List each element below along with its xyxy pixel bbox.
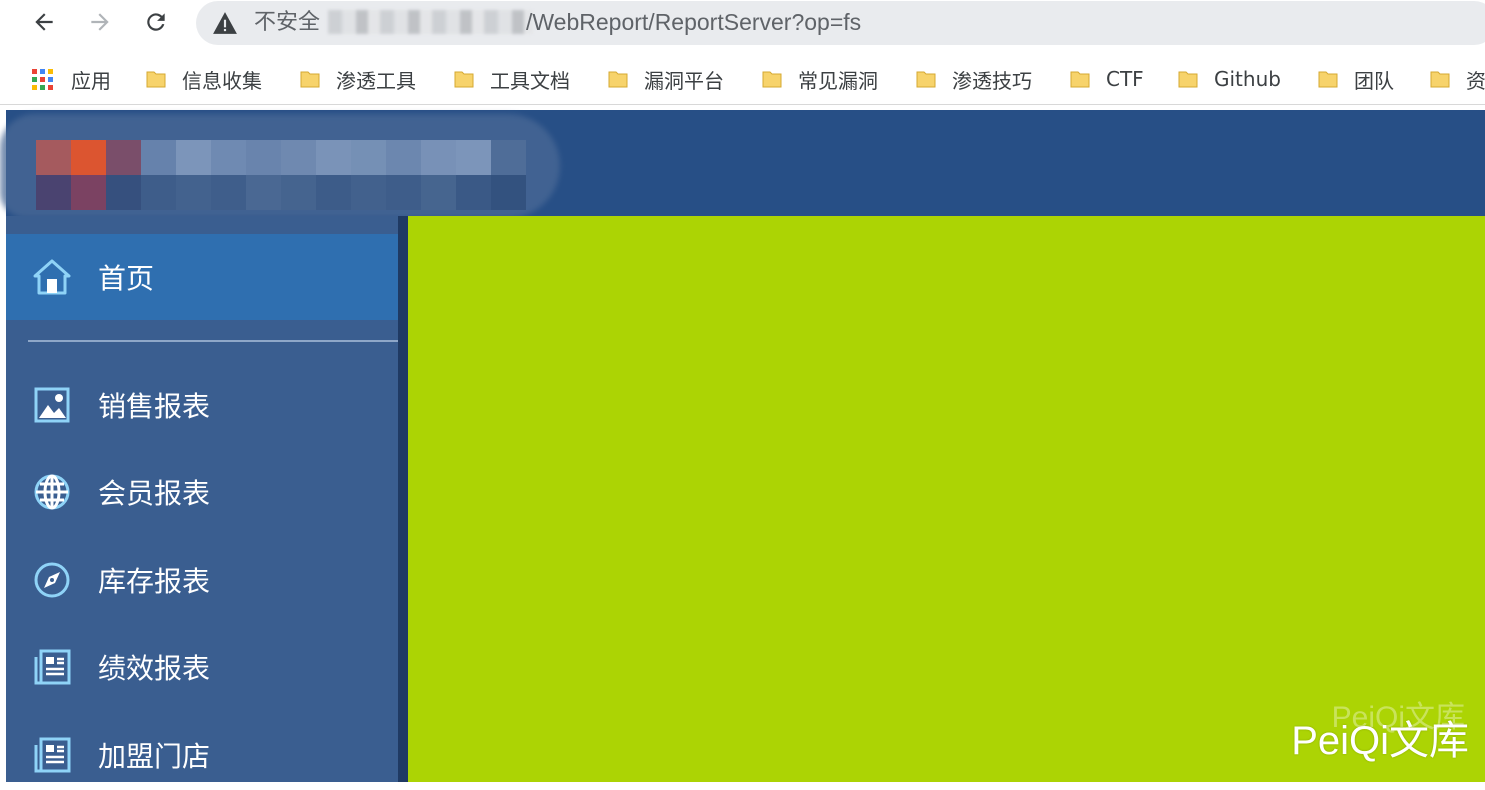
folder-icon (1318, 71, 1338, 88)
bookmark-label: 渗透工具 (336, 68, 416, 93)
redacted-logo (36, 140, 526, 210)
folder-icon (1430, 71, 1450, 88)
sidebar-item-member-report[interactable]: 会员报表 (6, 457, 398, 527)
folder-icon (1178, 71, 1198, 88)
document-icon (34, 649, 71, 685)
sidebar-item-performance-report[interactable]: 绩效报表 (6, 632, 398, 702)
warning-icon (213, 12, 237, 34)
image-report-icon (34, 387, 70, 423)
bookmark-vuln-platforms[interactable]: 漏洞平台 (608, 66, 724, 93)
folder-icon (762, 71, 782, 88)
sidebar-item-home[interactable]: 首页 (6, 234, 398, 320)
document-icon (34, 737, 71, 773)
sidebar-item-label: 库存报表 (98, 565, 211, 598)
bookmarks-bar: 应用 信息收集 渗透工具 工具文档 漏洞平台 常见漏洞 渗透技巧 CTF Git… (0, 54, 1485, 105)
browser-toolbar: 不安全 /WebReport/ReportServer?op=fs (0, 0, 1485, 48)
bookmark-ctf[interactable]: CTF (1070, 66, 1144, 92)
bookmark-label: 渗透技巧 (952, 68, 1032, 93)
address-bar[interactable]: 不安全 /WebReport/ReportServer?op=fs (196, 1, 1485, 45)
sidebar: 首页 销售报表 会员报表 库存报表 绩效报表 加盟门店 (6, 216, 406, 782)
bookmark-team[interactable]: 团队 (1318, 66, 1394, 93)
folder-icon (608, 71, 628, 88)
arrow-right-icon (91, 13, 109, 31)
sidebar-item-franchise-stores[interactable]: 加盟门店 (6, 720, 398, 790)
folder-icon (1070, 71, 1090, 88)
compass-icon (34, 562, 70, 598)
home-icon (33, 259, 71, 295)
bookmark-label: 信息收集 (182, 68, 262, 93)
bookmark-label: 常见漏洞 (798, 68, 878, 93)
bookmark-label: CTF (1106, 67, 1144, 91)
arrow-left-icon (35, 13, 53, 31)
bookmark-common-vulns[interactable]: 常见漏洞 (762, 66, 878, 93)
folder-icon (454, 71, 474, 88)
bookmark-tool-docs[interactable]: 工具文档 (454, 66, 570, 93)
sidebar-item-inventory-report[interactable]: 库存报表 (6, 545, 398, 615)
sidebar-item-label: 绩效报表 (98, 652, 211, 685)
page-header (0, 110, 1485, 218)
sidebar-item-label: 会员报表 (98, 477, 211, 510)
folder-icon (916, 71, 936, 88)
main-content: PeiQi文库 PeiQi文库 (408, 216, 1485, 782)
bookmark-pentest-tips[interactable]: 渗透技巧 (916, 66, 1032, 93)
folder-icon (146, 71, 166, 88)
watermark: PeiQi文库 (1291, 719, 1469, 763)
bookmark-apps[interactable]: 应用 (32, 66, 111, 93)
reload-icon (147, 13, 165, 31)
sidebar-item-label: 首页 (98, 262, 155, 295)
bookmark-label: 工具文档 (490, 68, 570, 93)
folder-icon (300, 71, 320, 88)
bookmark-info-gathering[interactable]: 信息收集 (146, 66, 262, 93)
forward-button[interactable] (82, 4, 118, 40)
bookmark-label: 资 (1466, 68, 1485, 93)
sidebar-item-sales-report[interactable]: 销售报表 (6, 370, 398, 440)
back-button[interactable] (26, 4, 62, 40)
reload-button[interactable] (138, 4, 174, 40)
sidebar-splitter[interactable] (398, 216, 408, 782)
bookmark-label: 应用 (71, 68, 111, 93)
globe-icon (34, 474, 70, 510)
apps-grid-icon (32, 68, 53, 90)
bookmark-label: 团队 (1354, 68, 1394, 93)
url-text: /WebReport/ReportServer?op=fs (526, 9, 862, 35)
sidebar-separator (28, 340, 406, 342)
bookmark-pentest-tools[interactable]: 渗透工具 (300, 66, 416, 93)
security-label: 不安全 (254, 10, 321, 35)
bookmark-github[interactable]: Github (1178, 66, 1281, 92)
sidebar-item-label: 加盟门店 (98, 740, 211, 773)
bookmark-resources[interactable]: 资 (1430, 66, 1485, 93)
bookmark-label: Github (1214, 67, 1281, 91)
sidebar-item-label: 销售报表 (98, 390, 211, 423)
redacted-host (328, 10, 533, 34)
bookmark-label: 漏洞平台 (644, 68, 724, 93)
